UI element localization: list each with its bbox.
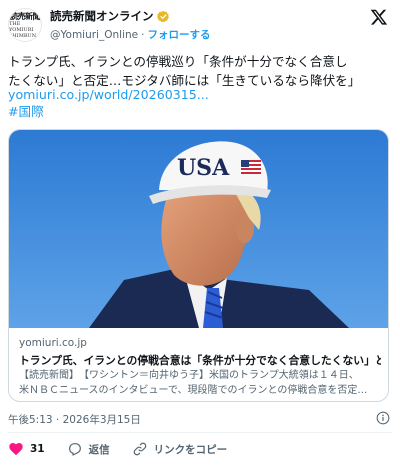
tweet-link[interactable]: yomiuri.co.jp/world/20260315... — [8, 87, 209, 103]
link-icon — [133, 442, 146, 456]
reply-button[interactable]: 返信 — [67, 441, 110, 457]
card-description-line: 【読売新聞】 【ワシントン＝向井ゆう子】米国のトランプ大統領は１４日、 — [19, 370, 359, 381]
copy-link-label: リンクをコピー — [153, 443, 228, 456]
name-row: 読売新聞オンライン — [50, 8, 170, 24]
verified-badge-icon — [156, 10, 169, 22]
follow-button[interactable]: フォローする — [147, 27, 210, 42]
heart-icon — [9, 443, 23, 456]
like-button[interactable]: 31 — [8, 441, 45, 457]
divider — [8, 432, 392, 433]
card-title: トランプ氏、イランとの停戦合意は「条件が十分でなく合意したくない」と… — [19, 354, 381, 367]
tweet-text: トランプ氏、イランとの停戦巡り「条件が十分でなく合意し たくない」と否定…モジタ… — [8, 54, 361, 88]
handle-row: @Yomiuri_Online · フォローする — [50, 27, 210, 42]
info-icon[interactable] — [376, 411, 390, 425]
reply-label: 返信 — [88, 443, 110, 456]
avatar-logo-text: 読売新聞 — [10, 10, 41, 21]
action-bar: 31 返信 リンクをコピー — [8, 441, 249, 457]
copy-link-button[interactable]: リンクをコピー — [132, 441, 228, 457]
x-logo-icon[interactable] — [370, 8, 388, 26]
avatar-logo-subtext: THE YOMIURI SHIMBUN — [9, 20, 37, 39]
card-description-line: 米ＮＢＣニュースのインタビューで、現段階でのイランとの停戦合意を否定… — [19, 384, 368, 396]
card-description: 【読売新聞】 【ワシントン＝向井ゆう子】米国のトランプ大統領は１４日、 米ＮＢＣ… — [19, 369, 381, 398]
separator-dot: · — [141, 28, 145, 41]
cap-text: USA — [177, 155, 230, 181]
tweet-timestamp[interactable]: 午後5:13 · 2026年3月15日 — [8, 412, 141, 427]
card-domain: yomiuri.co.jp — [19, 337, 87, 349]
like-count: 31 — [30, 443, 45, 455]
reply-icon — [68, 443, 81, 456]
tweet-header: 読売新聞 THE YOMIURI SHIMBUN 読売新聞オンライン @Yomi… — [8, 6, 392, 46]
account-handle[interactable]: @Yomiuri_Online — [50, 29, 138, 41]
avatar[interactable]: 読売新聞 THE YOMIURI SHIMBUN — [8, 8, 42, 42]
link-card[interactable]: USA yomiuri.co.jp トランプ氏、イランとの停戦合意は「条件が十分… — [8, 129, 389, 402]
display-name[interactable]: 読売新聞オンライン — [50, 8, 154, 24]
card-image[interactable]: USA — [9, 130, 389, 328]
hashtag-link[interactable]: #国際 — [8, 104, 44, 120]
